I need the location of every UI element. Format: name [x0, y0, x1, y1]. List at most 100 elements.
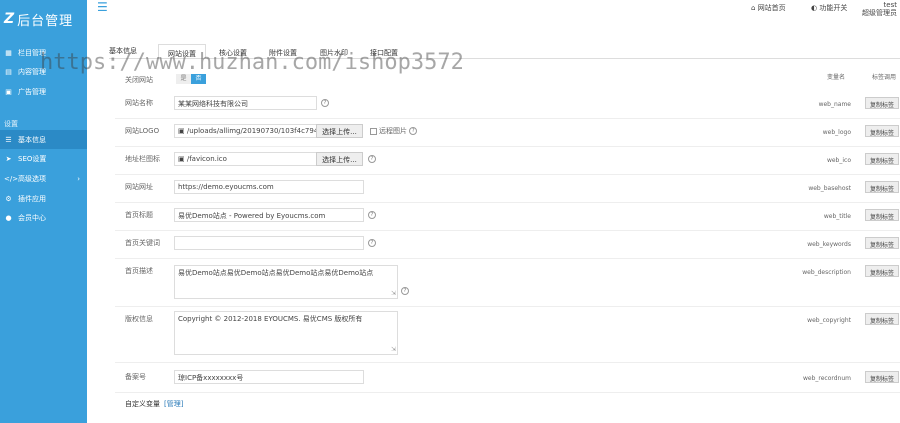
sidebar-item-label: 基本信息 — [18, 135, 46, 144]
custom-vars: 自定义变量 [管理] — [125, 399, 183, 409]
hamburger-icon[interactable]: ☰ — [97, 1, 108, 13]
web-keywords-input[interactable] — [174, 236, 364, 250]
var-name: web_basehost — [808, 185, 851, 192]
username: test — [883, 1, 897, 9]
tab-core-settings[interactable]: 核心设置 — [210, 44, 256, 59]
resize-grip-icon[interactable]: ⇲ — [391, 345, 396, 354]
sidebar-item-content[interactable]: ▤ 内容管理 — [0, 62, 87, 81]
row-web-basehost: 网站网址 https://demo.eyoucms.com web_baseho… — [115, 175, 900, 203]
web-logo-input[interactable]: ▣ /uploads/allimg/20190730/103f4c794606 — [174, 124, 317, 138]
var-name: web_keywords — [807, 241, 851, 248]
tab-site-settings[interactable]: 网站设置 — [158, 44, 206, 59]
web-title-input[interactable]: 易优Demo站点 - Powered by Eyoucms.com — [174, 208, 364, 222]
copy-tag-button[interactable]: 复制标签 — [865, 209, 899, 221]
web-basehost-label: 网站网址 — [125, 183, 153, 191]
var-name: web_name — [818, 101, 851, 108]
row-web-name: 网站名称 某某网络科技有限公司 ? web_name 复制标签 — [115, 91, 900, 119]
help-icon[interactable]: ? — [368, 211, 376, 219]
sidebar: Z 后台管理 ▦ 栏目管理 ▤ 内容管理 ▣ 广告管理 设置 ☰ 基本信息 ➤ SEO设置 … — [0, 0, 87, 423]
copy-tag-button[interactable]: 复制标签 — [865, 181, 899, 193]
copy-tag-button[interactable]: 复制标签 — [865, 313, 899, 325]
image-icon: ▣ — [5, 87, 12, 96]
sidebar-item-basic-info[interactable]: ☰ 基本信息 — [0, 130, 87, 149]
sidebar-item-label: 栏目管理 — [18, 48, 46, 57]
web-name-input[interactable]: 某某网络科技有限公司 — [174, 96, 317, 110]
user-role: 超级管理员 — [862, 9, 897, 17]
web-description-textarea[interactable]: 易优Demo站点易优Demo站点易优Demo站点易优Demo站点 ⇲ — [174, 265, 398, 299]
tab-api-config[interactable]: 接口配置 — [361, 44, 407, 59]
feature-switch-label: 功能开关 — [819, 4, 848, 12]
web-recordnum-input[interactable]: 琼ICP备xxxxxxxx号 — [174, 370, 364, 384]
logo-text: 后台管理 — [17, 13, 74, 29]
copy-tag-button[interactable]: 复制标签 — [865, 265, 899, 277]
upload-button[interactable]: 选择上传... — [316, 152, 363, 166]
web-copyright-textarea[interactable]: Copyright © 2012-2018 EYOUCMS. 易优CMS 版权所… — [174, 311, 398, 355]
feature-switch-link[interactable]: ◐ 功能开关 — [811, 3, 847, 13]
gear-icon: ⚙ — [5, 194, 12, 203]
web-copyright-label: 版权信息 — [125, 315, 153, 323]
logo[interactable]: Z 后台管理 — [4, 10, 74, 29]
row-web-ico: 地址栏图标 ▣ /favicon.ico 选择上传... ? web_ico 复… — [115, 147, 900, 175]
switch-no[interactable]: 否 — [191, 74, 206, 84]
help-icon[interactable]: ? — [368, 239, 376, 247]
logo-icon: Z — [4, 11, 16, 27]
sidebar-item-ads[interactable]: ▣ 广告管理 — [0, 82, 87, 101]
remote-image-label: 远程图片 — [379, 127, 407, 135]
copy-tag-button[interactable]: 复制标签 — [865, 237, 899, 249]
tab-image-watermark[interactable]: 图片水印 — [311, 44, 357, 59]
web-name-label: 网站名称 — [125, 99, 153, 107]
home-link[interactable]: ⌂ 网站首页 — [751, 3, 786, 13]
var-name-header: 变量名 — [826, 74, 845, 81]
sidebar-item-label: 插件应用 — [18, 194, 46, 203]
sidebar-item-label: 会员中心 — [18, 213, 46, 222]
list-icon: ▤ — [5, 67, 12, 76]
close-site-label: 关闭网站 — [125, 76, 153, 84]
copy-tag-button[interactable]: 复制标签 — [865, 97, 899, 109]
row-web-keywords: 首页关键词 ? web_keywords 复制标签 — [115, 231, 900, 259]
remote-image-checkbox[interactable]: 远程图片 ? — [370, 126, 418, 136]
upload-button[interactable]: 选择上传... — [316, 124, 363, 138]
image-icon: ▣ — [178, 155, 185, 163]
manage-link[interactable]: [管理] — [164, 400, 183, 408]
sidebar-section-label: 设置 — [4, 120, 18, 128]
sidebar-item-member[interactable]: ● 会员中心 — [0, 208, 87, 227]
help-icon[interactable]: ? — [401, 287, 409, 295]
page-title: 基本信息 — [109, 47, 137, 55]
help-icon[interactable]: ? — [409, 127, 418, 135]
sidebar-item-column[interactable]: ▦ 栏目管理 — [0, 43, 87, 62]
custom-vars-label: 自定义变量 — [125, 400, 160, 408]
tab-divider — [109, 58, 900, 59]
sidebar-item-seo[interactable]: ➤ SEO设置 — [0, 149, 87, 168]
web-logo-value: /uploads/allimg/20190730/103f4c794606 — [186, 127, 316, 135]
tab-attachment-settings[interactable]: 附件设置 — [260, 44, 306, 59]
web-title-label: 首页标题 — [125, 211, 153, 219]
help-icon[interactable]: ? — [321, 99, 329, 107]
topbar: ☰ ⌂ 网站首页 ◐ 功能开关 test 超级管理员 — [87, 0, 900, 17]
user-icon: ● — [5, 213, 12, 222]
row-web-title: 首页标题 易优Demo站点 - Powered by Eyoucms.com ?… — [115, 203, 900, 231]
sidebar-item-label: 内容管理 — [18, 67, 46, 76]
copy-tag-button[interactable]: 复制标签 — [865, 371, 899, 383]
home-link-label: 网站首页 — [757, 4, 786, 12]
row-web-copyright: 版权信息 Copyright © 2012-2018 EYOUCMS. 易优CM… — [115, 307, 900, 363]
chevron-right-icon: › — [77, 174, 80, 183]
sidebar-item-plugins[interactable]: ⚙ 插件应用 — [0, 189, 87, 208]
sidebar-item-advanced[interactable]: </> 高级选项 › — [0, 169, 87, 188]
web-recordnum-label: 备案号 — [125, 373, 146, 381]
web-description-value: 易优Demo站点易优Demo站点易优Demo站点易优Demo站点 — [178, 269, 374, 277]
var-name: web_recordnum — [802, 375, 851, 382]
var-name: web_description — [802, 269, 851, 276]
web-basehost-input[interactable]: https://demo.eyoucms.com — [174, 180, 364, 194]
help-icon[interactable]: ? — [368, 155, 376, 163]
web-description-label: 首页描述 — [125, 267, 153, 275]
home-icon: ⌂ — [751, 4, 756, 12]
switch-yes[interactable]: 是 — [176, 74, 191, 84]
close-site-switch[interactable]: 是 否 — [176, 74, 206, 84]
copy-tag-button[interactable]: 复制标签 — [865, 125, 899, 137]
column-headers: 关闭网站 变量名 标签调用 — [115, 72, 900, 84]
resize-grip-icon[interactable]: ⇲ — [391, 289, 396, 298]
checkbox-box[interactable] — [370, 127, 377, 135]
copy-tag-button[interactable]: 复制标签 — [865, 153, 899, 165]
web-ico-input[interactable]: ▣ /favicon.ico — [174, 152, 317, 166]
user-menu[interactable]: test 超级管理员 — [862, 1, 897, 17]
